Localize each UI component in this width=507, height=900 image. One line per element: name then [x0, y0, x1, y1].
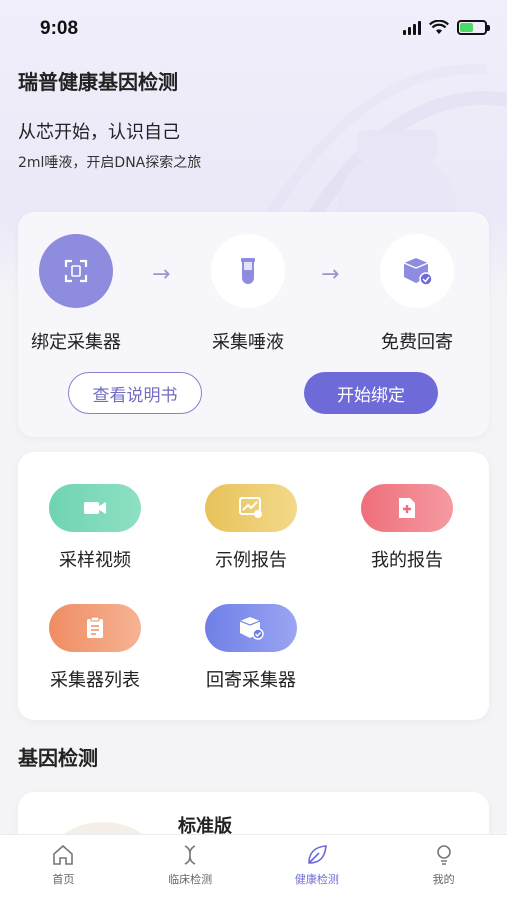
page-title: 瑞普健康基因检测 — [18, 70, 178, 94]
section-title: 基因检测 — [18, 746, 98, 770]
hero-tagline: 2ml唾液，开启DNA探索之旅 — [18, 155, 202, 171]
package-return-icon — [205, 604, 297, 652]
medical-report-icon — [361, 484, 453, 532]
menu-item-sample-report[interactable]: 示例报告 — [176, 484, 326, 572]
menu-label: 示例报告 — [215, 550, 287, 571]
menu-label: 采集器列表 — [50, 670, 140, 691]
step-collect-saliva[interactable]: 采集唾液 — [183, 234, 313, 354]
tab-profile[interactable]: 我的 — [380, 835, 507, 900]
clipboard-icon — [49, 604, 141, 652]
arrow-right-icon: → — [152, 262, 171, 287]
tab-label: 我的 — [432, 873, 455, 886]
video-icon — [49, 484, 141, 532]
test-tube-icon — [211, 234, 285, 308]
scan-icon — [39, 234, 113, 308]
step-free-return[interactable]: 免费回寄 — [352, 234, 482, 354]
tab-clinical[interactable]: 临床检测 — [127, 835, 254, 900]
tab-label: 临床检测 — [168, 873, 213, 886]
tab-label: 健康检测 — [294, 873, 339, 886]
menu-label: 采样视频 — [59, 550, 131, 571]
signal-icon — [403, 20, 421, 35]
wifi-icon — [429, 20, 449, 34]
step-label: 绑定采集器 — [31, 332, 121, 353]
battery-icon — [457, 20, 490, 35]
steps-card: 绑定采集器 → 采集唾液 → 免费回寄 查看说明书 开始绑定 — [18, 212, 489, 437]
tab-bar: 首页 临床检测 健康检测 我的 — [0, 834, 507, 900]
tab-health[interactable]: 健康检测 — [254, 835, 381, 900]
status-icons — [403, 20, 490, 35]
user-icon — [436, 845, 451, 865]
dna-icon — [184, 845, 196, 865]
tab-label: 首页 — [52, 873, 75, 886]
menu-item-collector-list[interactable]: 采集器列表 — [20, 604, 170, 692]
menu-item-sampling-video[interactable]: 采样视频 — [20, 484, 170, 572]
chart-report-icon — [205, 484, 297, 532]
view-manual-button[interactable]: 查看说明书 — [68, 372, 202, 414]
menu-item-return-collector[interactable]: 回寄采集器 — [176, 604, 326, 692]
menu-label: 我的报告 — [371, 550, 443, 571]
arrow-right-icon: → — [321, 262, 340, 287]
status-time: 9:08 — [40, 18, 79, 39]
status-bar: 9:08 — [0, 0, 507, 60]
menu-item-my-report[interactable]: 我的报告 — [332, 484, 482, 572]
step-label: 免费回寄 — [381, 332, 453, 353]
start-binding-button[interactable]: 开始绑定 — [304, 372, 438, 414]
menu-label: 回寄采集器 — [206, 670, 296, 691]
tab-home[interactable]: 首页 — [0, 835, 127, 900]
hero-subtitle: 从芯开始，认识自己 — [18, 122, 180, 143]
step-label: 采集唾液 — [212, 332, 284, 353]
package-check-icon — [380, 234, 454, 308]
leaf-icon — [308, 845, 327, 864]
quick-menu-card: 采样视频 示例报告 我的报告 采集器列表 回寄采集器 — [18, 452, 489, 720]
home-icon — [53, 844, 74, 865]
step-bind-collector[interactable]: 绑定采集器 — [11, 234, 141, 354]
